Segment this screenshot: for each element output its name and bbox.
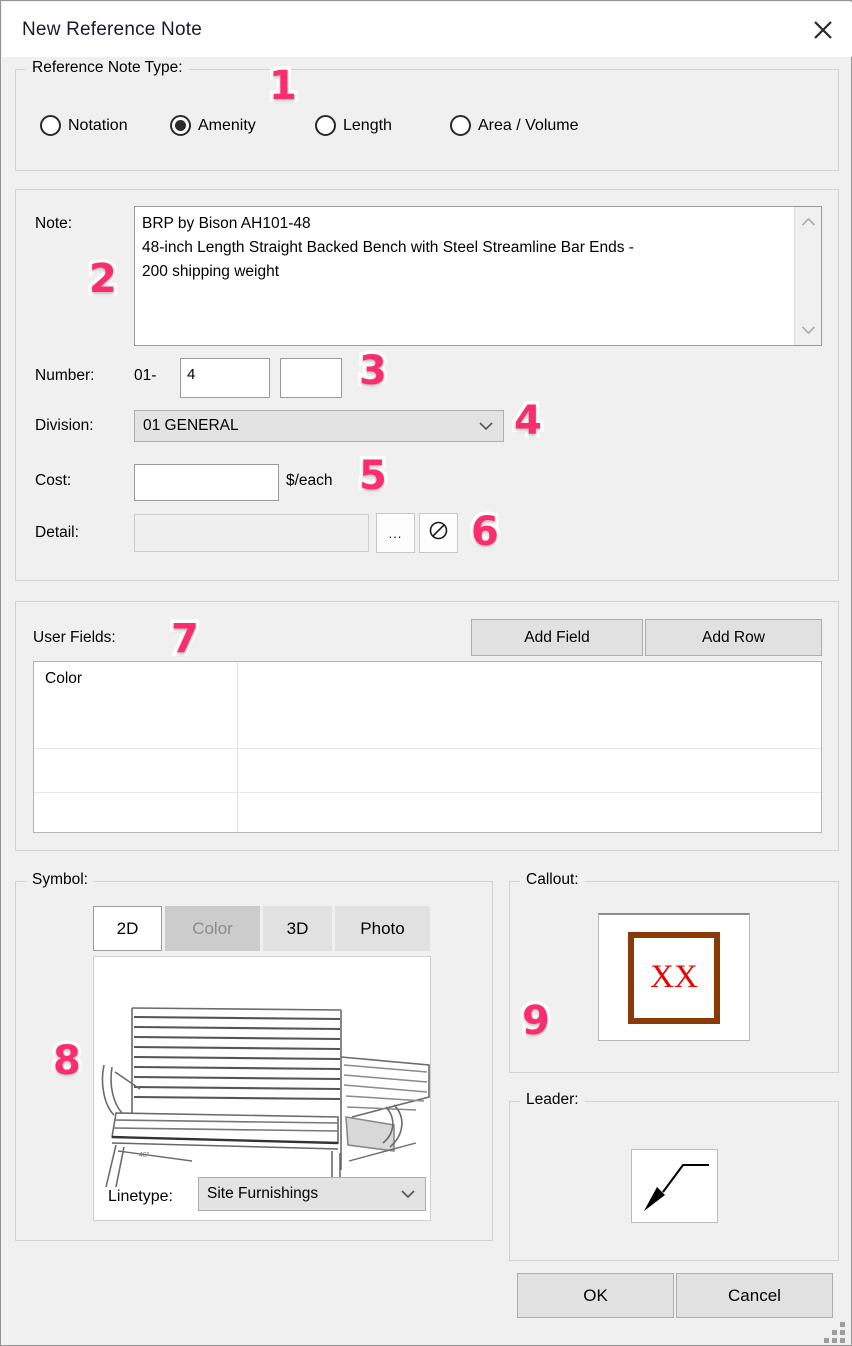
symbol-tab-photo-label: Photo (360, 918, 405, 938)
title-bar: New Reference Note (2, 2, 852, 57)
user-fields-table[interactable]: Color (33, 661, 822, 833)
division-label: Division: (35, 417, 94, 434)
symbol-tab-2d-label: 2D (116, 918, 139, 938)
division-select[interactable]: 01 GENERAL (134, 410, 504, 442)
chevron-down-icon (479, 419, 493, 434)
radio-length-dot (315, 115, 336, 136)
window-title: New Reference Note (22, 18, 202, 40)
radio-amenity[interactable]: Amenity (170, 115, 315, 136)
detail-input[interactable] (134, 514, 369, 552)
cost-unit-label: $/each (286, 472, 333, 489)
linetype-label: Linetype: (108, 1188, 173, 1205)
leader-label: Leader: (520, 1091, 585, 1109)
note-text-value: BRP by Bison AH101-48 48-inch Length Str… (142, 215, 634, 280)
cost-label: Cost: (35, 472, 72, 489)
radio-notation[interactable]: Notation (40, 115, 170, 136)
add-field-button[interactable]: Add Field (471, 619, 643, 656)
symbol-tab-color: Color (165, 906, 260, 951)
chevron-down-icon[interactable] (795, 317, 821, 343)
cancel-button[interactable]: Cancel (676, 1273, 833, 1318)
callout-preview[interactable]: XX (598, 913, 750, 1041)
symbol-preview[interactable]: 48" Linetype: Site Furnishings (93, 956, 431, 1221)
leader-preview[interactable] (631, 1149, 718, 1223)
table-row-divider (34, 748, 821, 749)
radio-amenity-dot (170, 115, 191, 136)
number-input-value: 4 (187, 366, 196, 383)
cost-input[interactable] (134, 464, 279, 501)
detail-label: Detail: (35, 524, 79, 541)
callout-text: XX (650, 959, 698, 995)
symbol-tab-photo[interactable]: Photo (335, 906, 430, 951)
chevron-up-icon[interactable] (795, 209, 821, 235)
callout-label: Callout: (520, 871, 585, 889)
radio-area-volume-label: Area / Volume (478, 116, 579, 134)
division-value: 01 GENERAL (143, 417, 239, 434)
linetype-select[interactable]: Site Furnishings (198, 1177, 426, 1211)
symbol-label: Symbol: (26, 871, 94, 889)
note-textarea[interactable]: BRP by Bison AH101-48 48-inch Length Str… (134, 206, 822, 346)
add-field-label: Add Field (524, 628, 590, 646)
radio-area-volume-dot (450, 115, 471, 136)
note-type-radio-group: Notation Amenity Length Area / Volume (40, 115, 579, 136)
park-bench-line-drawing: 48" (101, 1007, 430, 1188)
number-prefix: 01- (134, 367, 157, 384)
table-row-divider (34, 792, 821, 793)
note-label: Note: (35, 215, 73, 232)
no-entry-icon (429, 521, 448, 545)
symbol-tab-3d-label: 3D (286, 918, 309, 938)
user-fields-label: User Fields: (33, 629, 116, 646)
radio-length[interactable]: Length (315, 115, 450, 136)
table-row[interactable]: Color (45, 670, 82, 688)
radio-notation-dot (40, 115, 61, 136)
table-cell-value: Color (45, 670, 83, 687)
radio-area-volume[interactable]: Area / Volume (450, 115, 579, 136)
add-row-label: Add Row (702, 628, 765, 646)
detail-browse-label: ... (388, 525, 403, 541)
reference-note-type-label: Reference Note Type: (26, 59, 189, 77)
ok-label: OK (583, 1285, 608, 1305)
symbol-tab-color-label: Color (192, 918, 233, 938)
linetype-value: Site Furnishings (207, 1185, 319, 1202)
note-scrollbar[interactable] (794, 207, 821, 345)
close-icon[interactable] (794, 2, 852, 57)
svg-text:48": 48" (139, 1152, 150, 1159)
number-suffix-input[interactable] (280, 358, 342, 398)
table-column-divider (237, 662, 238, 832)
resize-grip[interactable] (823, 1317, 845, 1343)
ok-button[interactable]: OK (517, 1273, 674, 1318)
symbol-tab-3d[interactable]: 3D (263, 906, 332, 951)
chevron-down-icon (401, 1187, 415, 1202)
cancel-label: Cancel (728, 1285, 781, 1305)
detail-clear-button[interactable] (419, 513, 458, 553)
number-input[interactable]: 4 (180, 358, 270, 398)
leader-arrow-icon (643, 1163, 709, 1211)
radio-notation-label: Notation (68, 116, 128, 134)
add-row-button[interactable]: Add Row (645, 619, 822, 656)
number-label: Number: (35, 367, 95, 384)
detail-browse-button[interactable]: ... (376, 513, 415, 553)
new-reference-note-dialog: New Reference Note Reference Note Type: … (0, 0, 852, 1346)
callout-box: XX (628, 931, 720, 1024)
radio-amenity-label: Amenity (198, 116, 256, 134)
radio-length-label: Length (343, 116, 392, 134)
symbol-tab-2d[interactable]: 2D (93, 906, 162, 951)
